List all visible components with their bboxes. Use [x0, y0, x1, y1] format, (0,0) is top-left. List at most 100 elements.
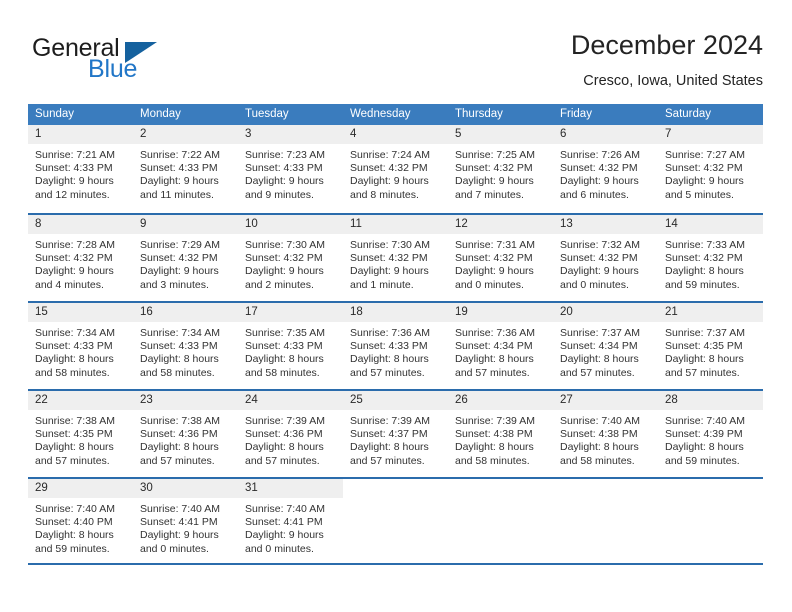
day-details: Sunrise: 7:27 AM Sunset: 4:32 PM Daylight:…: [658, 144, 763, 202]
calendar-day-cell[interactable]: 29 Sunrise: 7:40 AM Sunset: 4:40 PM Dayligh…: [28, 479, 133, 563]
day-number: 31: [245, 482, 258, 494]
day-number-band: 25: [343, 391, 448, 410]
sunrise-text: Sunrise: 7:28 AM: [35, 239, 115, 251]
daylight-text-line2: and 5 minutes.: [665, 188, 734, 201]
day-details: Sunrise: 7:40 AM Sunset: 4:39 PM Daylight:…: [658, 410, 763, 468]
calendar-day-cell[interactable]: 21 Sunrise: 7:37 AM Sunset: 4:35 PM Dayligh…: [658, 303, 763, 389]
sunset-text: Sunset: 4:40 PM: [35, 516, 113, 529]
daylight-text-line1: Daylight: 8 hours: [455, 441, 534, 454]
daylight-text-line1: Daylight: 9 hours: [140, 175, 219, 188]
calendar-day-cell[interactable]: 27 Sunrise: 7:40 AM Sunset: 4:38 PM Dayligh…: [553, 391, 658, 477]
daylight-text-line2: and 58 minutes.: [140, 366, 215, 379]
sunrise-text: Sunrise: 7:29 AM: [140, 239, 220, 251]
weekday-header-row: Sunday Monday Tuesday Wednesday Thursday Frid…: [28, 104, 763, 125]
daylight-text-line2: and 58 minutes.: [560, 454, 635, 467]
calendar-day-cell[interactable]: 2 Sunrise: 7:22 AM Sunset: 4:33 PM Daylight…: [133, 125, 238, 213]
day-details: Sunrise: 7:40 AM Sunset: 4:38 PM Daylight:…: [553, 410, 658, 468]
day-number: 18: [350, 306, 363, 318]
daylight-text-line2: and 0 minutes.: [140, 542, 209, 555]
day-number: 22: [35, 394, 48, 406]
day-number: 19: [455, 306, 468, 318]
sunrise-text: Sunrise: 7:27 AM: [665, 149, 745, 161]
calendar-day-cell[interactable]: 17 Sunrise: 7:35 AM Sunset: 4:33 PM Dayligh…: [238, 303, 343, 389]
calendar-week-row: 29 Sunrise: 7:40 AM Sunset: 4:40 PM Dayligh…: [28, 477, 763, 565]
calendar-day-cell[interactable]: 12 Sunrise: 7:31 AM Sunset: 4:32 PM Dayligh…: [448, 215, 553, 301]
day-number-band: 21: [658, 303, 763, 322]
calendar-day-cell[interactable]: 20 Sunrise: 7:37 AM Sunset: 4:34 PM Dayligh…: [553, 303, 658, 389]
calendar-day-cell[interactable]: 11 Sunrise: 7:30 AM Sunset: 4:32 PM Dayligh…: [343, 215, 448, 301]
sunrise-text: Sunrise: 7:40 AM: [665, 415, 745, 427]
calendar-day-cell[interactable]: 18 Sunrise: 7:36 AM Sunset: 4:33 PM Dayligh…: [343, 303, 448, 389]
daylight-text-line1: Daylight: 8 hours: [665, 353, 744, 366]
sunrise-text: Sunrise: 7:37 AM: [560, 327, 640, 339]
calendar-day-cell[interactable]: 7 Sunrise: 7:27 AM Sunset: 4:32 PM Daylight…: [658, 125, 763, 213]
calendar-day-cell[interactable]: 16 Sunrise: 7:34 AM Sunset: 4:33 PM Dayligh…: [133, 303, 238, 389]
daylight-text-line2: and 3 minutes.: [140, 278, 209, 291]
day-number: 30: [140, 482, 153, 494]
daylight-text-line2: and 7 minutes.: [455, 188, 524, 201]
calendar-day-cell[interactable]: 31 Sunrise: 7:40 AM Sunset: 4:41 PM Dayligh…: [238, 479, 343, 563]
daylight-text-line1: Daylight: 8 hours: [350, 441, 429, 454]
sunrise-text: Sunrise: 7:37 AM: [665, 327, 745, 339]
location-subtitle: Cresco, Iowa, United States: [583, 73, 763, 89]
brand-logo[interactable]: General Blue: [28, 34, 268, 90]
daylight-text-line1: Daylight: 8 hours: [665, 441, 744, 454]
daylight-text-line1: Daylight: 9 hours: [350, 175, 429, 188]
daylight-text-line1: Daylight: 8 hours: [245, 353, 324, 366]
day-details: Sunrise: 7:24 AM Sunset: 4:32 PM Daylight:…: [343, 144, 448, 202]
calendar-day-cell[interactable]: 5 Sunrise: 7:25 AM Sunset: 4:32 PM Daylight…: [448, 125, 553, 213]
calendar-day-cell[interactable]: 28 Sunrise: 7:40 AM Sunset: 4:39 PM Dayligh…: [658, 391, 763, 477]
calendar-week-row: 8 Sunrise: 7:28 AM Sunset: 4:32 PM Daylight…: [28, 213, 763, 301]
calendar-day-cell[interactable]: 14 Sunrise: 7:33 AM Sunset: 4:32 PM Dayligh…: [658, 215, 763, 301]
daylight-text-line2: and 57 minutes.: [665, 366, 740, 379]
calendar-day-cell[interactable]: 4 Sunrise: 7:24 AM Sunset: 4:32 PM Daylight…: [343, 125, 448, 213]
calendar-day-cell[interactable]: 22 Sunrise: 7:38 AM Sunset: 4:35 PM Dayligh…: [28, 391, 133, 477]
sunrise-text: Sunrise: 7:38 AM: [140, 415, 220, 427]
day-number-band: [553, 479, 658, 498]
calendar-day-cell[interactable]: 23 Sunrise: 7:38 AM Sunset: 4:36 PM Dayligh…: [133, 391, 238, 477]
day-details: Sunrise: 7:38 AM Sunset: 4:36 PM Daylight:…: [133, 410, 238, 468]
daylight-text-line2: and 57 minutes.: [455, 366, 530, 379]
calendar-day-cell[interactable]: 26 Sunrise: 7:39 AM Sunset: 4:38 PM Dayligh…: [448, 391, 553, 477]
daylight-text-line1: Daylight: 8 hours: [35, 529, 114, 542]
daylight-text-line1: Daylight: 9 hours: [350, 265, 429, 278]
calendar-day-cell[interactable]: 10 Sunrise: 7:30 AM Sunset: 4:32 PM Dayligh…: [238, 215, 343, 301]
calendar-day-cell[interactable]: 15 Sunrise: 7:34 AM Sunset: 4:33 PM Dayligh…: [28, 303, 133, 389]
sunset-text: Sunset: 4:38 PM: [560, 428, 638, 441]
calendar-day-cell[interactable]: 6 Sunrise: 7:26 AM Sunset: 4:32 PM Daylight…: [553, 125, 658, 213]
sunset-text: Sunset: 4:34 PM: [455, 340, 533, 353]
sunrise-text: Sunrise: 7:39 AM: [245, 415, 325, 427]
sunset-text: Sunset: 4:35 PM: [665, 340, 743, 353]
calendar-day-cell[interactable]: 19 Sunrise: 7:36 AM Sunset: 4:34 PM Dayligh…: [448, 303, 553, 389]
day-details: Sunrise: 7:35 AM Sunset: 4:33 PM Daylight:…: [238, 322, 343, 380]
calendar-day-cell[interactable]: 3 Sunrise: 7:23 AM Sunset: 4:33 PM Daylight…: [238, 125, 343, 213]
day-details: Sunrise: 7:26 AM Sunset: 4:32 PM Daylight:…: [553, 144, 658, 202]
daylight-text-line1: Daylight: 8 hours: [350, 353, 429, 366]
title-block: December 2024 Cresco, Iowa, United State…: [571, 28, 763, 92]
calendar-day-cell[interactable]: 8 Sunrise: 7:28 AM Sunset: 4:32 PM Daylight…: [28, 215, 133, 301]
sunrise-text: Sunrise: 7:25 AM: [455, 149, 535, 161]
calendar-day-cell[interactable]: 25 Sunrise: 7:39 AM Sunset: 4:37 PM Dayligh…: [343, 391, 448, 477]
sunrise-text: Sunrise: 7:32 AM: [560, 239, 640, 251]
calendar-day-cell[interactable]: 30 Sunrise: 7:40 AM Sunset: 4:41 PM Dayligh…: [133, 479, 238, 563]
weekday-header-saturday: Saturday: [665, 108, 712, 120]
calendar-day-cell[interactable]: 13 Sunrise: 7:32 AM Sunset: 4:32 PM Dayligh…: [553, 215, 658, 301]
calendar-day-cell[interactable]: 24 Sunrise: 7:39 AM Sunset: 4:36 PM Dayligh…: [238, 391, 343, 477]
daylight-text-line2: and 57 minutes.: [350, 454, 425, 467]
daylight-text-line1: Daylight: 8 hours: [35, 441, 114, 454]
sunset-text: Sunset: 4:33 PM: [245, 162, 323, 175]
daylight-text-line2: and 2 minutes.: [245, 278, 314, 291]
daylight-text-line1: Daylight: 9 hours: [455, 175, 534, 188]
day-number-band: 23: [133, 391, 238, 410]
day-details: Sunrise: 7:23 AM Sunset: 4:33 PM Daylight:…: [238, 144, 343, 202]
day-number: 2: [140, 128, 147, 140]
day-number: 14: [665, 218, 678, 230]
calendar-day-cell[interactable]: 1 Sunrise: 7:21 AM Sunset: 4:33 PM Daylight…: [28, 125, 133, 213]
weekday-header-sunday: Sunday: [35, 108, 75, 120]
sunset-text: Sunset: 4:32 PM: [665, 252, 743, 265]
day-number: 29: [35, 482, 48, 494]
calendar-day-cell[interactable]: 9 Sunrise: 7:29 AM Sunset: 4:32 PM Daylight…: [133, 215, 238, 301]
sunset-text: Sunset: 4:32 PM: [665, 162, 743, 175]
daylight-text-line2: and 0 minutes.: [245, 542, 314, 555]
daylight-text-line1: Daylight: 8 hours: [560, 353, 639, 366]
